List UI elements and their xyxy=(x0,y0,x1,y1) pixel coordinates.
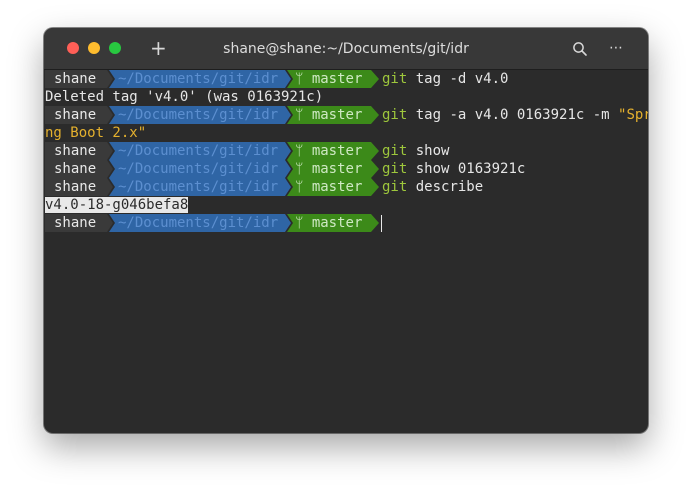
prompt-user: shane xyxy=(54,71,97,87)
prompt-branch: ᛘ master xyxy=(295,161,363,177)
command-text: git show xyxy=(382,142,449,160)
output-line: Deleted tag 'v4.0' (was 0163921c) xyxy=(45,89,324,105)
command-string: "Spri xyxy=(618,107,648,123)
command-args: show xyxy=(407,143,450,159)
text-cursor xyxy=(381,215,382,232)
prompt-user: shane xyxy=(54,215,97,231)
terminal-line: shane ~/Documents/git/idr ᛘ master git s… xyxy=(45,160,525,178)
terminal-content[interactable]: shane ~/Documents/git/idr ᛘ master git t… xyxy=(45,70,648,433)
command-args: show 0163921c xyxy=(407,161,526,177)
terminal-line: shane ~/Documents/git/idr ᛘ master git s… xyxy=(45,142,449,160)
prompt: shane ~/Documents/git/idr ᛘ master xyxy=(45,160,381,178)
window-title: shane@shane:~/Documents/git/idr xyxy=(223,41,469,57)
prompt: shane ~/Documents/git/idr ᛘ master xyxy=(45,70,381,88)
prompt-path: ~/Documents/git/idr xyxy=(118,215,279,231)
output-line[interactable]: v4.0-18-g046befa8 xyxy=(45,196,189,214)
prompt-path: ~/Documents/git/idr xyxy=(118,143,279,159)
search-icon[interactable] xyxy=(572,41,588,57)
prompt-path: ~/Documents/git/idr xyxy=(118,161,279,177)
prompt-branch: ᛘ master xyxy=(295,107,363,123)
prompt-branch: ᛘ master xyxy=(295,179,363,195)
command-args: tag -a v4.0 0163921c -m xyxy=(407,107,619,123)
git-keyword: git xyxy=(382,71,408,87)
command-text: git tag -d v4.0 xyxy=(382,70,508,88)
prompt-user: shane xyxy=(54,179,97,195)
terminal-line: shane ~/Documents/git/idr ᛘ master git t… xyxy=(45,106,648,124)
command-text: git show 0163921c xyxy=(382,160,525,178)
prompt-user: shane xyxy=(54,161,97,177)
prompt-user: shane xyxy=(54,143,97,159)
prompt-path: ~/Documents/git/idr xyxy=(118,107,279,123)
git-keyword: git xyxy=(382,179,408,195)
terminal-window: + shane@shane:~/Documents/git/idr ⋯ shan… xyxy=(44,28,648,433)
prompt-branch: ᛘ master xyxy=(295,215,363,231)
terminal-line: shane ~/Documents/git/idr ᛘ master xyxy=(45,214,382,232)
git-keyword: git xyxy=(382,161,408,177)
prompt-path: ~/Documents/git/idr xyxy=(118,71,279,87)
command-args: describe xyxy=(407,179,484,195)
terminal-line: shane ~/Documents/git/idr ᛘ master git d… xyxy=(45,178,483,196)
title-bar: + shane@shane:~/Documents/git/idr ⋯ xyxy=(44,28,648,70)
prompt: shane ~/Documents/git/idr ᛘ master xyxy=(45,178,381,196)
prompt-user: shane xyxy=(54,107,97,123)
git-keyword: git xyxy=(382,143,408,159)
git-keyword: git xyxy=(382,107,408,123)
prompt-branch: ᛘ master xyxy=(295,143,363,159)
prompt: shane ~/Documents/git/idr ᛘ master xyxy=(45,214,381,232)
prompt-path: ~/Documents/git/idr xyxy=(118,179,279,195)
selected-output-text[interactable]: v4.0-18-g046befa8 xyxy=(45,197,189,213)
command-text: git tag -a v4.0 0163921c -m "Spri xyxy=(382,106,648,124)
prompt-branch: ᛘ master xyxy=(295,71,363,87)
command-text: git describe xyxy=(382,178,483,196)
more-options-icon[interactable]: ⋯ xyxy=(609,38,624,58)
prompt: shane ~/Documents/git/idr ᛘ master xyxy=(45,106,381,124)
prompt: shane ~/Documents/git/idr ᛘ master xyxy=(45,142,381,160)
wrapped-string-line: ng Boot 2.x" xyxy=(45,125,147,141)
command-args: tag -d v4.0 xyxy=(407,71,509,87)
terminal-line: shane ~/Documents/git/idr ᛘ master git t… xyxy=(45,70,508,88)
